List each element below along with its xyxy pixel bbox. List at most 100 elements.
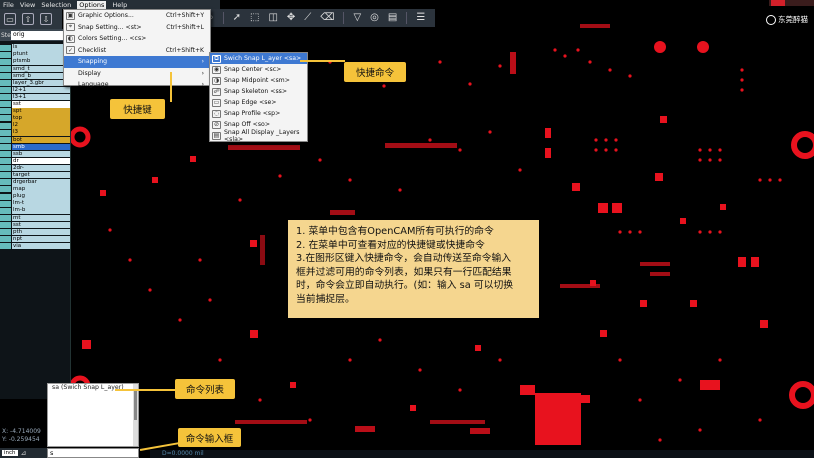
layer-color-swatch[interactable] — [0, 158, 11, 165]
layer-color-swatch[interactable] — [0, 136, 11, 143]
layer-row[interactable]: l3 — [0, 129, 70, 136]
layer-color-swatch[interactable] — [0, 150, 11, 157]
layer-color-swatch[interactable] — [0, 207, 11, 214]
open-folder-icon[interactable]: ▭ — [4, 13, 16, 25]
snap-menu-item[interactable]: ☍ Snap Skeleton <ss> — [210, 86, 307, 97]
snap-menu-item[interactable]: ◌ Snap Profile <sp> — [210, 108, 307, 119]
save-icon[interactable]: ⇩ — [40, 13, 52, 25]
layer-color-swatch[interactable] — [0, 72, 11, 79]
layer-color-swatch[interactable] — [0, 193, 11, 200]
unit-selector[interactable]: inch — [2, 450, 18, 456]
options-menu-item[interactable]: Display › — [64, 68, 210, 80]
layer-row[interactable]: target — [0, 171, 70, 179]
options-menu-item[interactable]: ✓ Checklist Ctrl+Shift+K — [64, 45, 210, 57]
layer-row[interactable]: smb — [0, 143, 70, 151]
layer-row[interactable]: via — [0, 242, 70, 250]
options-menu-item[interactable]: Snapping › — [64, 56, 210, 68]
layer-row[interactable]: ls — [0, 44, 70, 51]
layer-row[interactable]: ssb — [0, 150, 70, 158]
options-menu-item[interactable]: Language › — [64, 79, 210, 91]
graphic-icon: ▣ — [66, 11, 75, 20]
layer-row[interactable]: layer_3.gbr — [0, 79, 70, 87]
layer-color-swatch[interactable] — [0, 101, 11, 108]
layer-color-swatch[interactable] — [0, 200, 11, 207]
snap-menu-item[interactable]: ▭ Snap Edge <se> — [210, 97, 307, 108]
move-icon[interactable]: ✥ — [287, 13, 295, 23]
layer-color-swatch[interactable] — [0, 214, 11, 221]
options-menu-item[interactable]: ⌖ Snap Setting... <st> Ctrl+Shift+L — [64, 22, 210, 34]
snap-menu-item[interactable]: ◑ Snap Midpoint <sm> — [210, 75, 307, 86]
layer-row[interactable]: sst — [0, 101, 70, 108]
brand-tag — [771, 0, 785, 6]
snap-menu-item[interactable]: ▤ Snap All Display _Layers <sla> — [210, 129, 307, 143]
layer-color-swatch[interactable] — [0, 51, 11, 58]
layer-color-swatch[interactable] — [0, 122, 11, 129]
layer-row[interactable]: smd_t — [0, 65, 70, 73]
layer-color-swatch[interactable] — [0, 236, 11, 243]
layer-row[interactable]: smd_b — [0, 72, 70, 80]
menu-options[interactable]: Options — [77, 0, 107, 9]
layer-row[interactable]: map — [0, 186, 70, 193]
command-list[interactable]: sa (Swich Snap L_ayer)sc (Snap Center)se… — [47, 383, 139, 447]
layer-row[interactable]: top — [0, 115, 70, 122]
menu-selection[interactable]: Selection — [41, 1, 71, 9]
layer-color-swatch[interactable] — [0, 58, 11, 65]
layer-color-swatch[interactable] — [0, 179, 11, 186]
layer-color-swatch[interactable] — [0, 186, 11, 193]
layer-color-swatch[interactable] — [0, 143, 11, 150]
toolbar-separator — [222, 12, 224, 24]
layer-row[interactable]: lm-b — [0, 207, 70, 214]
step-dropdown[interactable]: orig — [11, 30, 68, 40]
layer-row[interactable]: bot — [0, 136, 70, 144]
layer-row[interactable]: ptunt — [0, 51, 70, 58]
highlight-icon[interactable]: ◎ — [370, 13, 379, 23]
layer-color-swatch[interactable] — [0, 87, 11, 94]
export-icon[interactable]: ⇧ — [22, 13, 34, 25]
layer-color-swatch[interactable] — [0, 243, 11, 250]
layer-row[interactable]: pth — [0, 228, 70, 236]
layer-row[interactable]: drgerbar — [0, 179, 70, 186]
layer-row[interactable]: plug — [0, 193, 70, 200]
menu-file[interactable]: File — [3, 1, 14, 9]
layer-row[interactable]: mt — [0, 214, 70, 222]
snap-menu-item[interactable]: ◉ Snap Center <sc> — [210, 64, 307, 75]
pointer-icon[interactable]: ➚ — [233, 13, 241, 23]
command-input[interactable]: s — [47, 448, 139, 458]
layer-row[interactable]: spt — [0, 108, 70, 115]
layer-color-swatch[interactable] — [0, 165, 11, 172]
layer-color-swatch[interactable] — [0, 221, 11, 228]
erase-icon[interactable]: ⌫ — [320, 13, 334, 23]
ruler-icon[interactable]: ⊿ — [21, 449, 27, 457]
layer-row[interactable]: l3+1 — [0, 93, 70, 101]
layer-row[interactable]: ptsmb — [0, 58, 70, 65]
filter-icon[interactable]: ▽ — [353, 13, 361, 23]
menu-view[interactable]: View — [20, 1, 35, 9]
layer-color-swatch[interactable] — [0, 172, 11, 179]
snap-menu-item[interactable]: ⧉ Swich Snap L_ayer <sa> — [210, 53, 307, 64]
layer-color-swatch[interactable] — [0, 65, 11, 72]
layer-row[interactable]: l2 — [0, 122, 70, 129]
measure-icon[interactable]: ⟋ — [304, 13, 311, 23]
options-menu-item[interactable]: ◐ Colors Setting... <cs> — [64, 33, 210, 45]
layer-color-swatch[interactable] — [0, 108, 11, 115]
layer-row[interactable]: dr — [0, 157, 70, 165]
command-list-scrollbar[interactable] — [133, 384, 138, 446]
layer-row[interactable]: 2dr- — [0, 164, 70, 172]
select-box-icon[interactable]: ⬚ — [250, 13, 259, 23]
layer-row[interactable]: npt — [0, 235, 70, 243]
list-icon[interactable]: ☰ — [416, 13, 425, 23]
layer-color-swatch[interactable] — [0, 44, 11, 51]
layer-row[interactable]: lm-t — [0, 200, 70, 207]
options-menu-item[interactable]: ▣ Graphic Options... Ctrl+Shift+Y — [64, 10, 210, 22]
layer-color-swatch[interactable] — [0, 129, 11, 136]
lasso-icon[interactable]: ◫ — [268, 13, 277, 23]
scroll-thumb[interactable] — [134, 390, 137, 420]
layer-color-swatch[interactable] — [0, 228, 11, 235]
menu-help[interactable]: Help — [112, 1, 127, 9]
layer-color-swatch[interactable] — [0, 115, 11, 122]
layer-color-swatch[interactable] — [0, 80, 11, 87]
layer-row[interactable]: l2+1 — [0, 86, 70, 94]
layer-row[interactable]: sst — [0, 221, 70, 229]
layers-icon[interactable]: ▤ — [388, 13, 397, 23]
layer-color-swatch[interactable] — [0, 94, 11, 101]
